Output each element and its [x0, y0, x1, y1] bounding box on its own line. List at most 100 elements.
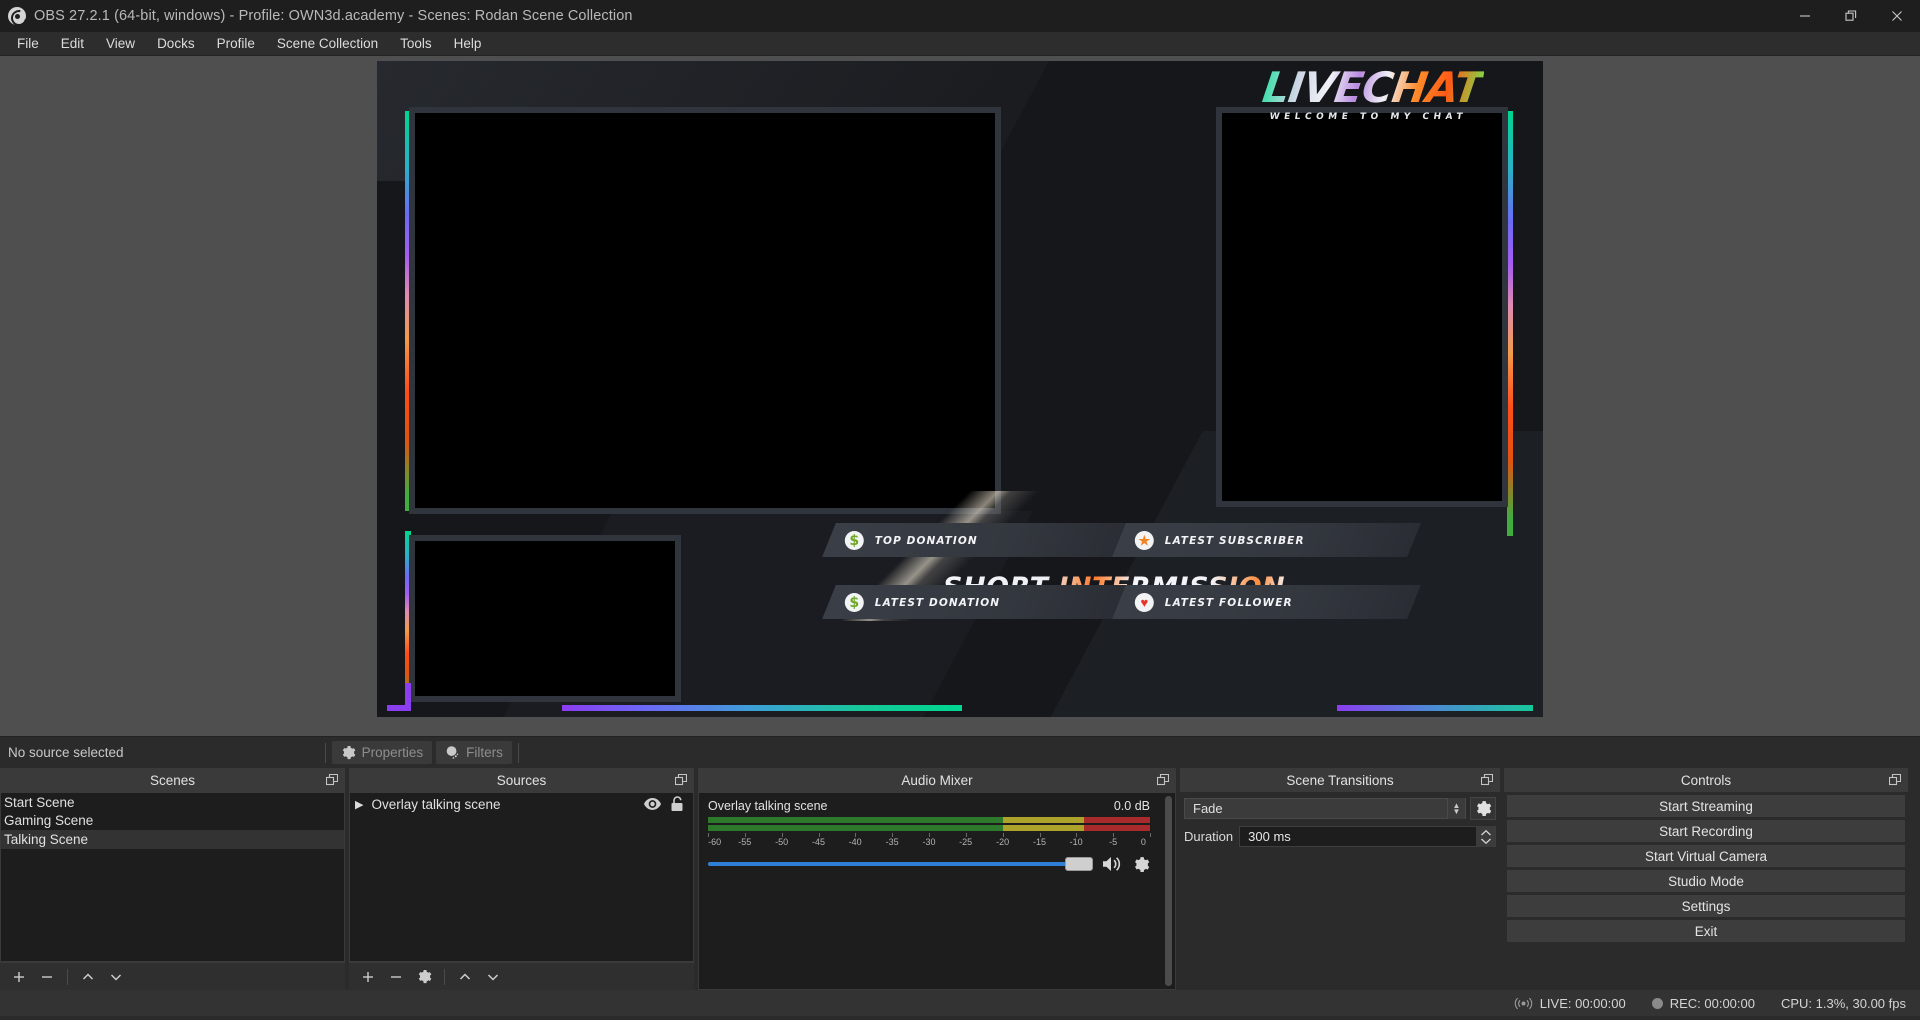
- move-scene-up-button[interactable]: [75, 965, 101, 989]
- preview-canvas[interactable]: LIVECHAT WELCOME TO MY CHAT SHORT INTERM…: [377, 61, 1543, 717]
- speaker-icon[interactable]: [1101, 855, 1123, 873]
- filters-button[interactable]: Filters: [436, 741, 512, 764]
- exit-button[interactable]: Exit: [1507, 920, 1905, 942]
- remove-scene-button[interactable]: [34, 965, 60, 989]
- add-source-button[interactable]: [355, 965, 381, 989]
- sources-dock: Sources ▶ Overlay talking scene: [349, 768, 694, 990]
- studio-mode-button[interactable]: Studio Mode: [1507, 870, 1905, 892]
- filters-button-label: Filters: [466, 745, 503, 760]
- dollar-icon: $: [845, 593, 864, 612]
- audio-mixer-scrollbar-thumb[interactable]: [1165, 796, 1172, 986]
- audio-mixer-scrollbar[interactable]: [1164, 796, 1173, 986]
- dollar-icon: $: [845, 531, 864, 550]
- menu-item-profile[interactable]: Profile: [206, 33, 266, 55]
- volume-slider-handle[interactable]: [1065, 857, 1093, 871]
- audio-channel-name: Overlay talking scene: [708, 799, 828, 813]
- scenes-list[interactable]: Start Scene Gaming Scene Talking Scene: [0, 792, 345, 962]
- accent-bar-bottom: [562, 705, 962, 711]
- menu-item-view[interactable]: View: [95, 33, 146, 55]
- float-icon[interactable]: [1889, 774, 1901, 786]
- expand-triangle-icon[interactable]: ▶: [355, 798, 363, 811]
- scene-transitions-dock-header: Scene Transitions: [1180, 768, 1500, 792]
- tick-label: -15: [1033, 837, 1046, 847]
- scenes-footer: [0, 962, 345, 990]
- audio-mixer-dock: Audio Mixer Overlay talking scene 0.0 dB: [698, 768, 1176, 990]
- duration-label: Duration: [1184, 829, 1233, 844]
- menu-item-help[interactable]: Help: [443, 33, 493, 55]
- scene-item-talking-scene[interactable]: Talking Scene: [1, 830, 344, 849]
- float-icon[interactable]: [326, 774, 338, 786]
- audio-mixer-body[interactable]: Overlay talking scene 0.0 dB: [698, 792, 1176, 990]
- float-icon[interactable]: [1481, 774, 1493, 786]
- sources-list[interactable]: ▶ Overlay talking scene: [349, 792, 694, 962]
- info-panel-latest-subscriber: ★ LATEST SUBSCRIBER: [1112, 523, 1421, 557]
- source-item-overlay-talking-scene[interactable]: ▶ Overlay talking scene: [350, 793, 693, 815]
- star-icon: ★: [1135, 531, 1154, 550]
- source-label: Overlay talking scene: [371, 797, 644, 812]
- minimize-button[interactable]: [1782, 0, 1828, 32]
- audio-channel-overlay-talking-scene[interactable]: Overlay talking scene 0.0 dB: [699, 793, 1175, 873]
- tick-label: -45: [812, 837, 825, 847]
- start-recording-button[interactable]: Start Recording: [1507, 820, 1905, 842]
- info-panel-latest-donation: $ LATEST DONATION: [822, 585, 1131, 619]
- scene-label: Start Scene: [4, 795, 75, 810]
- preview-area[interactable]: LIVECHAT WELCOME TO MY CHAT SHORT INTERM…: [0, 56, 1920, 736]
- tick-label: -40: [849, 837, 862, 847]
- tick-label: -55: [738, 837, 751, 847]
- remove-source-button[interactable]: [383, 965, 409, 989]
- info-label-top-donation: TOP DONATION: [875, 534, 978, 546]
- tick-label: 0: [1141, 837, 1146, 847]
- float-icon[interactable]: [1157, 774, 1169, 786]
- tick-label: -20: [996, 837, 1009, 847]
- transition-select[interactable]: Fade ▲▼: [1184, 798, 1466, 819]
- lock-open-icon[interactable]: [670, 796, 684, 812]
- accent-bar-bottom-left: [387, 705, 409, 711]
- tick-label: -10: [1070, 837, 1083, 847]
- status-bar: LIVE: 00:00:00 REC: 00:00:00 CPU: 1.3%, …: [0, 990, 1920, 1016]
- info-panel-top-donation: $ TOP DONATION: [822, 523, 1131, 557]
- properties-button[interactable]: Properties: [332, 741, 433, 764]
- sources-title: Sources: [497, 773, 547, 788]
- menu-item-tools[interactable]: Tools: [389, 33, 443, 55]
- settings-button[interactable]: Settings: [1507, 895, 1905, 917]
- audio-mixer-dock-header: Audio Mixer: [698, 768, 1176, 792]
- info-label-latest-donation: LATEST DONATION: [875, 596, 1000, 608]
- toolbar-divider: [325, 743, 326, 763]
- controls-body: Start Streaming Start Recording Start Vi…: [1504, 792, 1908, 990]
- transition-select-row: Fade ▲▼: [1184, 797, 1496, 820]
- menu-item-edit[interactable]: Edit: [50, 33, 95, 55]
- window-controls: [1782, 0, 1920, 32]
- tick-label: -5: [1109, 837, 1117, 847]
- menu-item-scene-collection[interactable]: Scene Collection: [266, 33, 389, 55]
- source-status-label: No source selected: [0, 745, 124, 760]
- start-virtual-camera-button[interactable]: Start Virtual Camera: [1507, 845, 1905, 867]
- chevron-updown-icon[interactable]: ▲▼: [1447, 798, 1465, 819]
- duration-input[interactable]: 300 ms: [1239, 826, 1496, 847]
- scene-item-gaming-scene[interactable]: Gaming Scene: [1, 812, 344, 831]
- close-button[interactable]: [1874, 0, 1920, 32]
- scene-item-start-scene[interactable]: Start Scene: [1, 793, 344, 812]
- scene-transitions-body: Fade ▲▼ Duration 300 ms: [1180, 792, 1500, 990]
- move-source-down-button[interactable]: [480, 965, 506, 989]
- float-icon[interactable]: [675, 774, 687, 786]
- transition-select-value: Fade: [1193, 801, 1223, 816]
- menu-item-file[interactable]: File: [6, 33, 50, 55]
- duration-stepper[interactable]: [1476, 826, 1495, 847]
- add-scene-button[interactable]: [6, 965, 32, 989]
- gear-icon: [341, 745, 356, 760]
- source-properties-button[interactable]: [411, 965, 437, 989]
- start-streaming-button[interactable]: Start Streaming: [1507, 795, 1905, 817]
- info-panel-latest-follower: ♥ LATEST FOLLOWER: [1112, 585, 1421, 619]
- audio-settings-gear-icon[interactable]: [1133, 856, 1150, 873]
- volume-slider[interactable]: [708, 862, 1091, 866]
- transition-properties-button[interactable]: [1470, 797, 1496, 820]
- source-toolbar: No source selected Properties Filters: [0, 736, 1920, 768]
- eye-icon[interactable]: [644, 797, 661, 811]
- restore-button[interactable]: [1828, 0, 1874, 32]
- menu-item-docks[interactable]: Docks: [146, 33, 206, 55]
- move-scene-down-button[interactable]: [103, 965, 129, 989]
- scene-transitions-title: Scene Transitions: [1286, 773, 1393, 788]
- move-source-up-button[interactable]: [452, 965, 478, 989]
- livechat-title: LIVECHAT: [1260, 67, 1485, 109]
- audio-channel-db: 0.0 dB: [1114, 799, 1150, 813]
